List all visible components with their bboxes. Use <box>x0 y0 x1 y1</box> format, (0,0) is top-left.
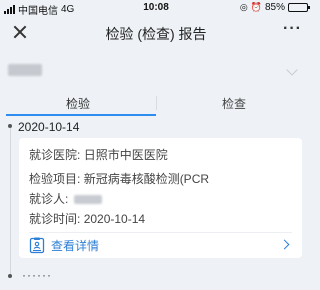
test-item-label: 检验项目: <box>29 172 81 186</box>
chevron-down-icon[interactable] <box>286 64 298 76</box>
patient-value-redacted <box>73 195 102 205</box>
patient-label: 就诊人: <box>29 192 69 206</box>
page-title: 检验 (检查) 报告 <box>105 26 207 42</box>
test-item-row: 检验项目: 新冠病毒核酸检测(PCR <box>29 170 209 187</box>
chevron-right-icon[interactable] <box>279 239 290 250</box>
patient-selector[interactable] <box>0 52 312 92</box>
visit-time-value: 2020-10-14 <box>83 212 146 226</box>
timeline-line <box>9 128 11 274</box>
nav-bar: 检验 (检查) 报告 ··· <box>0 16 312 50</box>
battery-icon <box>288 3 310 12</box>
more-menu-button[interactable]: ··· <box>283 20 302 38</box>
tab-lab-test[interactable]: 检验 <box>0 92 156 116</box>
visit-time-label: 就诊时间: <box>29 212 81 226</box>
hospital-label: 就诊医院: <box>29 148 81 162</box>
tab-examination[interactable]: 检查 <box>156 92 312 116</box>
hospital-value: 日照市中医医院 <box>83 148 168 162</box>
patient-name-redacted <box>8 64 42 76</box>
timeline-dot <box>8 274 12 278</box>
card-divider <box>29 232 292 233</box>
view-details-link[interactable]: 查看详情 <box>29 236 99 254</box>
status-bar: 中国电信 4G 10:08 ◎ ⏰ 85% <box>0 0 312 17</box>
patient-row: 就诊人: <box>29 190 102 207</box>
more-records-indicator: ······ <box>22 268 52 282</box>
test-item-value: 新冠病毒核酸检测(PCR <box>83 172 210 186</box>
hospital-row: 就诊医院: 日照市中医医院 <box>29 146 168 163</box>
report-document-icon <box>29 237 45 253</box>
status-icons: ◎ ⏰ 85% <box>239 2 310 13</box>
view-details-label: 查看详情 <box>51 238 100 253</box>
location-icon: ◎ <box>239 2 248 12</box>
record-date: 2020-10-14 <box>18 120 80 134</box>
battery-percent: 85% <box>264 2 285 13</box>
alarm-icon: ⏰ <box>250 2 262 12</box>
timeline-dot <box>8 124 12 128</box>
record-card[interactable]: 就诊医院: 日照市中医医院 检验项目: 新冠病毒核酸检测(PCR 就诊人: 就诊… <box>19 138 302 258</box>
visit-time-row: 就诊时间: 2020-10-14 <box>29 210 145 227</box>
tab-divider <box>156 96 157 110</box>
